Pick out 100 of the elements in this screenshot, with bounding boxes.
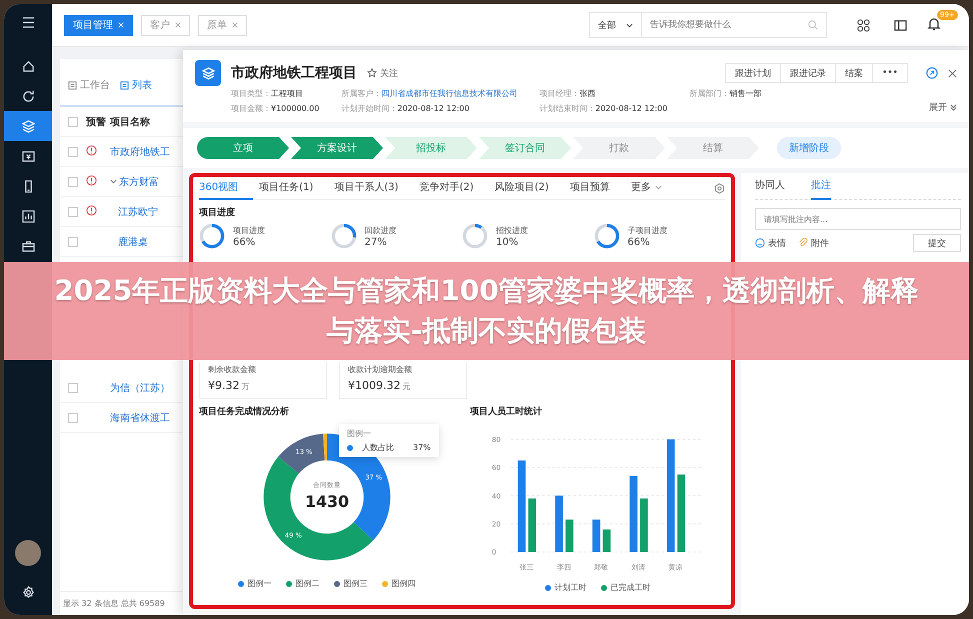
amount-label: 收款计划逾期金额 [348, 364, 413, 375]
column-header: 项目名称 [110, 116, 150, 128]
amount-unit: 万 [242, 381, 250, 392]
avatar[interactable] [15, 540, 41, 566]
meta-field: 计划开始时间：2020-08-12 12:00 [341, 103, 470, 114]
legend-item: 图例一 [238, 578, 272, 589]
submit-button[interactable]: 提交 [913, 234, 961, 252]
action-button[interactable]: 跟进计划 [725, 63, 782, 83]
column-header: 预警 [86, 116, 107, 128]
star-icon [367, 68, 377, 78]
action-button[interactable]: 结案 [835, 63, 874, 83]
progress-label: 回款进度 [364, 224, 396, 236]
side-tab[interactable]: 协同人 [755, 172, 785, 200]
expand-toggle[interactable]: 展开 [929, 101, 957, 114]
list-icon [68, 80, 77, 90]
amount-unit: 元 [402, 381, 410, 392]
amount-value: ¥9.32 [208, 379, 240, 392]
detail-tab[interactable]: 风险项目(2) [494, 176, 564, 200]
progress-value: 27% [364, 236, 388, 248]
action-button[interactable]: ••• [872, 63, 908, 83]
project-link[interactable]: 为信（江苏） [110, 380, 170, 394]
project-link[interactable]: 海南省休渡工 [110, 410, 170, 424]
tooltip-label: 人数占比 [362, 442, 394, 453]
page-tab[interactable]: 原单 [198, 14, 247, 36]
chart-title: 项目任务完成情况分析 [199, 405, 290, 418]
add-stage-button[interactable]: 新增阶段 [777, 137, 841, 159]
close-icon[interactable] [175, 22, 181, 28]
amount-value: ¥1009.32 [348, 379, 400, 392]
progress-ring [199, 223, 225, 249]
panel-icon[interactable] [894, 18, 907, 32]
layers-icon [22, 120, 34, 132]
checkbox[interactable] [68, 176, 78, 186]
follow-link[interactable]: 关注 [367, 66, 398, 80]
detail-tab[interactable]: 竞争对手(2) [419, 176, 489, 200]
section-title: 项目进度 [199, 206, 236, 219]
progress-value: 66% [628, 236, 651, 248]
stage-step[interactable]: 方案设计 [291, 137, 383, 159]
emoji-button[interactable]: 表情 [755, 236, 786, 250]
legend-item: 已完成工时 [600, 582, 650, 593]
stage-step[interactable]: 招投标 [385, 137, 477, 159]
legend-item: 图例二 [286, 578, 320, 589]
checkbox[interactable] [68, 382, 78, 392]
refresh-icon [22, 90, 34, 102]
attach-button[interactable]: 附件 [798, 236, 829, 250]
checkbox[interactable] [68, 206, 78, 216]
detail-tab[interactable]: 项目干系人(3) [334, 176, 414, 200]
progress-label: 项目进度 [233, 224, 265, 236]
detail-tab[interactable]: 更多 [630, 176, 677, 200]
briefcase-icon [22, 240, 34, 252]
stage-step[interactable]: 打款 [573, 137, 665, 159]
side-tab[interactable]: 批注 [811, 172, 831, 200]
stage-step[interactable]: 签订合同 [479, 137, 571, 159]
tooltip-title: 图例一 [347, 428, 372, 439]
meta-field: 所属部门：销售一部 [689, 88, 762, 99]
stage-step[interactable]: 立项 [197, 137, 289, 159]
legend-item: 图例四 [382, 578, 416, 589]
detail-tab[interactable]: 项目任务(1) [259, 176, 328, 200]
project-link[interactable]: 鹿港桌 [118, 234, 148, 248]
progress-ring [330, 223, 356, 249]
list-icon [120, 80, 129, 90]
view-tab[interactable]: 工作台 [64, 75, 114, 95]
layers-logo-icon [195, 60, 221, 86]
checkbox[interactable] [68, 146, 78, 156]
caret-icon[interactable] [110, 179, 117, 184]
progress-value: 66% [233, 236, 256, 248]
view-tab[interactable]: 列表 [116, 75, 156, 95]
project-link[interactable]: 东方财富 [119, 174, 159, 188]
paperclip-icon [798, 238, 808, 248]
headline: 2025年正版资料大全与管家和100管家婆中奖概率，透彻剖析、解释与落实-抵制不实的假包装 [53, 273, 920, 349]
progress-ring [462, 223, 488, 249]
comment-field[interactable]: 请填写批注内容... [755, 208, 961, 230]
progress-ring [594, 223, 620, 249]
close-icon[interactable] [948, 68, 957, 78]
legend-item: 图例三 [334, 578, 368, 589]
page-tab[interactable]: 客户 [141, 14, 190, 36]
checkbox[interactable] [68, 412, 78, 422]
bell-icon[interactable] [927, 17, 941, 31]
page-tab[interactable]: 项目管理 [64, 14, 133, 36]
scope-dropdown[interactable]: 全部 [590, 13, 642, 37]
chart-title: 项目人员工时统计 [470, 405, 543, 418]
progress-label: 招投进度 [496, 224, 528, 236]
project-link[interactable]: 江苏欧宁 [118, 204, 158, 218]
center-value: 1430 [304, 492, 349, 511]
checkbox[interactable] [68, 236, 78, 246]
project-link[interactable]: 市政府地铁工 [110, 144, 170, 158]
meta-field: 项目经理：张西 [539, 88, 596, 99]
pin-icon[interactable] [926, 67, 938, 79]
close-icon[interactable] [232, 22, 238, 28]
meta-field: 项目金额：¥100000.00 [231, 103, 320, 114]
double-chevron-icon [950, 104, 957, 111]
stage-step[interactable]: 结算 [667, 137, 759, 159]
amount-label: 剩余收款金额 [208, 364, 257, 375]
apps-grid-icon[interactable] [857, 18, 870, 32]
menu-icon[interactable] [22, 16, 34, 29]
caret-icon [626, 22, 633, 28]
detail-tab[interactable]: 360视图 [199, 176, 254, 200]
checkbox[interactable] [68, 116, 78, 126]
money-icon [22, 150, 34, 162]
action-button[interactable]: 跟进记录 [780, 63, 836, 83]
detail-tab[interactable]: 项目预算 [570, 176, 625, 200]
